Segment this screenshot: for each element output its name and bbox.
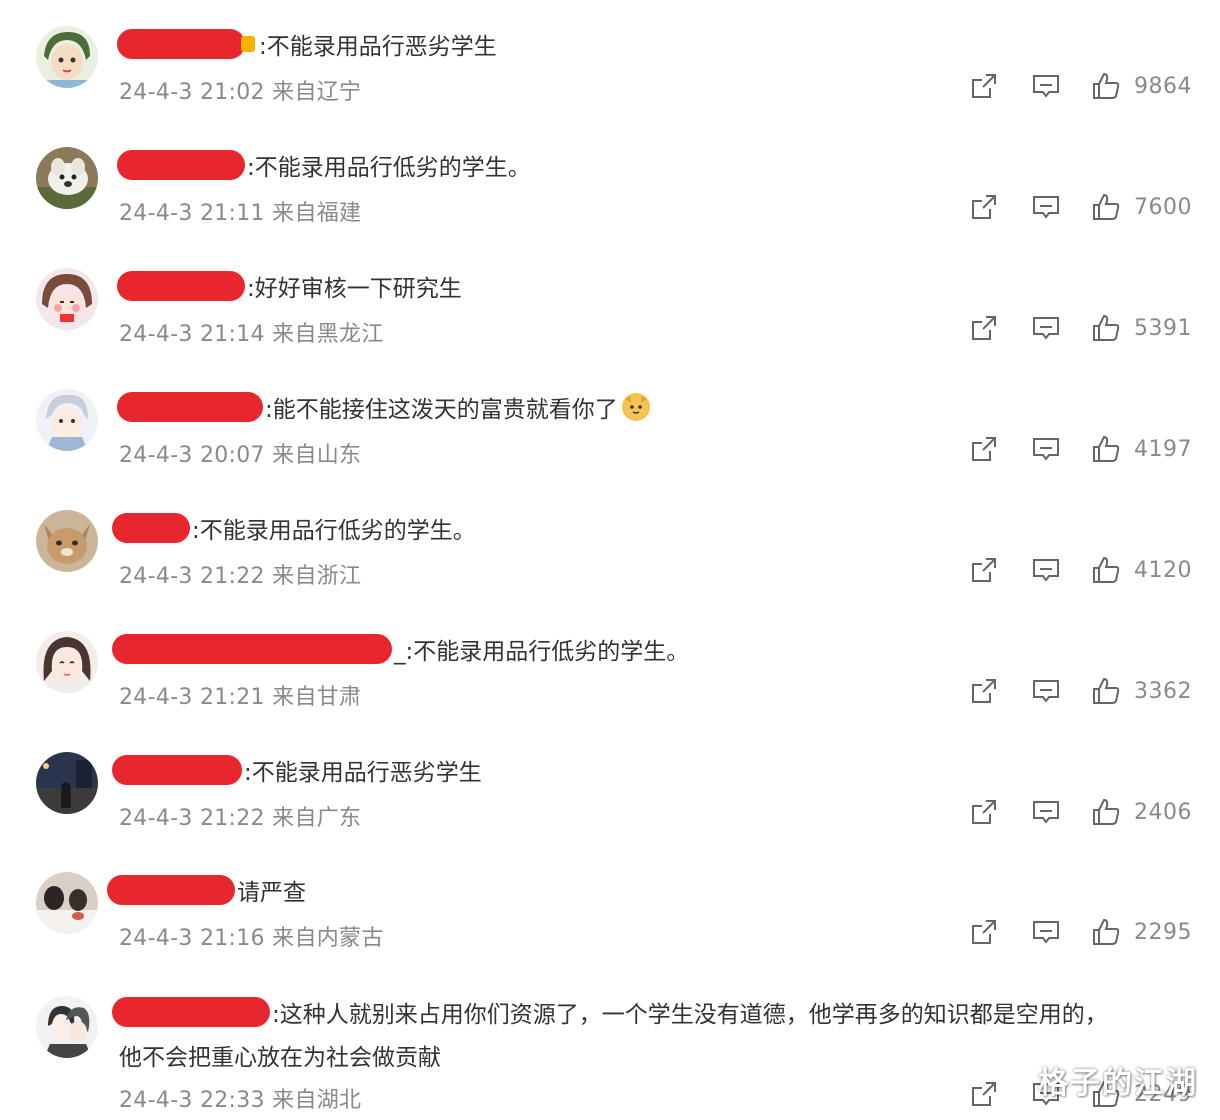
- comment-meta: 24-4-3 22:33 来自湖北: [119, 1088, 362, 1113]
- comment-text-line: :不能录用品行低劣的学生。: [112, 508, 476, 548]
- redacted-username: [107, 875, 235, 905]
- thumbs-up-icon[interactable]: [1090, 675, 1122, 707]
- share-icon[interactable]: [968, 1078, 1000, 1110]
- share-icon[interactable]: [968, 916, 1000, 948]
- share-icon[interactable]: [968, 70, 1000, 102]
- redacted-username: [117, 271, 245, 301]
- avatar[interactable]: [36, 26, 98, 88]
- thumbs-up-icon[interactable]: [1090, 70, 1122, 102]
- avatar[interactable]: [36, 389, 98, 451]
- comment-text: 请严查: [237, 880, 306, 906]
- share-icon[interactable]: [968, 191, 1000, 223]
- avatar[interactable]: [36, 147, 98, 209]
- dog-emoji-icon: [621, 393, 650, 421]
- redacted-username: [117, 29, 245, 59]
- redacted-username: [117, 150, 245, 180]
- comment-text: :不能录用品行低劣的学生。: [247, 155, 531, 181]
- like-count: 4120: [1134, 557, 1192, 583]
- comment-icon[interactable]: [1030, 191, 1062, 223]
- like-count: 4197: [1134, 436, 1192, 462]
- share-icon[interactable]: [968, 312, 1000, 344]
- comment-text-line: :好好审核一下研究生: [117, 266, 462, 306]
- comment-meta: 24-4-3 21:16 来自内蒙古: [119, 926, 384, 951]
- like-count: 2406: [1134, 799, 1192, 825]
- redacted-username: [112, 755, 242, 785]
- comment-actions: 2406: [968, 796, 1192, 828]
- comment-text: :不能录用品行恶劣学生: [244, 760, 482, 786]
- comment-text-line: :这种人就别来占用你们资源了，一个学生没有道德，他学再多的知识都是空用的，: [112, 992, 1108, 1032]
- comment-text: :不能录用品行恶劣学生: [259, 34, 497, 60]
- like-count: 2295: [1134, 919, 1192, 945]
- badge-icon: [241, 36, 255, 52]
- avatar[interactable]: [36, 752, 98, 814]
- comment-icon[interactable]: [1030, 312, 1062, 344]
- comment-meta: 24-4-3 21:22 来自浙江: [119, 564, 362, 589]
- share-icon[interactable]: [968, 554, 1000, 586]
- comment-text-line: :不能录用品行恶劣学生: [117, 24, 497, 64]
- comment-text-line: :不能录用品行低劣的学生。: [117, 145, 531, 185]
- comment-text: :这种人就别来占用你们资源了，一个学生没有道德，他学再多的知识都是空用的，: [272, 1002, 1108, 1028]
- comment-text: :不能录用品行低劣的学生。: [192, 518, 476, 544]
- comment-actions: 2295: [968, 916, 1192, 948]
- redacted-username: [112, 513, 190, 543]
- comment-text: :能不能接住这泼天的富贵就看你了: [265, 397, 618, 423]
- comment-actions: 5391: [968, 312, 1192, 344]
- comment-text: :好好审核一下研究生: [247, 276, 462, 302]
- comment-meta: 24-4-3 21:02 来自辽宁: [119, 80, 362, 105]
- avatar[interactable]: [36, 510, 98, 572]
- comment-meta: 24-4-3 21:11 来自福建: [119, 201, 362, 226]
- thumbs-up-icon[interactable]: [1090, 796, 1122, 828]
- avatar[interactable]: [36, 268, 98, 330]
- thumbs-up-icon[interactable]: [1090, 433, 1122, 465]
- redacted-username: [112, 997, 270, 1027]
- comment-text-line: :能不能接住这泼天的富贵就看你了: [117, 387, 650, 427]
- share-icon[interactable]: [968, 433, 1000, 465]
- comment-icon[interactable]: [1030, 796, 1062, 828]
- like-count: 7600: [1134, 194, 1192, 220]
- comment-actions: 9864: [968, 70, 1192, 102]
- comment-actions: 4197: [968, 433, 1192, 465]
- avatar[interactable]: [36, 872, 98, 934]
- comment-icon[interactable]: [1030, 554, 1062, 586]
- thumbs-up-icon[interactable]: [1090, 312, 1122, 344]
- comment-icon[interactable]: [1030, 433, 1062, 465]
- comment-actions: 4120: [968, 554, 1192, 586]
- comment-text-line: 请严查: [107, 870, 306, 910]
- avatar[interactable]: [36, 631, 98, 693]
- comment-text: _:不能录用品行低劣的学生。: [394, 639, 690, 665]
- comment-text-line: _:不能录用品行低劣的学生。: [112, 629, 689, 669]
- comment-icon[interactable]: [1030, 675, 1062, 707]
- comment-meta: 24-4-3 21:14 来自黑龙江: [119, 322, 384, 347]
- comment-icon[interactable]: [1030, 70, 1062, 102]
- redacted-username: [117, 392, 263, 422]
- watermark: 格子的江湖: [1038, 1066, 1198, 1101]
- like-count: 9864: [1134, 73, 1192, 99]
- thumbs-up-icon[interactable]: [1090, 191, 1122, 223]
- comment-icon[interactable]: [1030, 916, 1062, 948]
- comment-meta: 24-4-3 21:22 来自广东: [119, 806, 362, 831]
- comment-meta: 24-4-3 20:07 来自山东: [119, 443, 362, 468]
- comment-meta: 24-4-3 21:21 来自甘肃: [119, 685, 362, 710]
- thumbs-up-icon[interactable]: [1090, 554, 1122, 586]
- comment-text-continued: 他不会把重心放在为社会做贡献: [119, 1045, 441, 1071]
- redacted-username: [112, 634, 392, 664]
- comment-actions: 3362: [968, 675, 1192, 707]
- like-count: 3362: [1134, 678, 1192, 704]
- like-count: 5391: [1134, 315, 1192, 341]
- share-icon[interactable]: [968, 675, 1000, 707]
- thumbs-up-icon[interactable]: [1090, 916, 1122, 948]
- comment-text-line: :不能录用品行恶劣学生: [112, 750, 482, 790]
- comment-actions: 7600: [968, 191, 1192, 223]
- avatar[interactable]: [36, 996, 98, 1058]
- share-icon[interactable]: [968, 796, 1000, 828]
